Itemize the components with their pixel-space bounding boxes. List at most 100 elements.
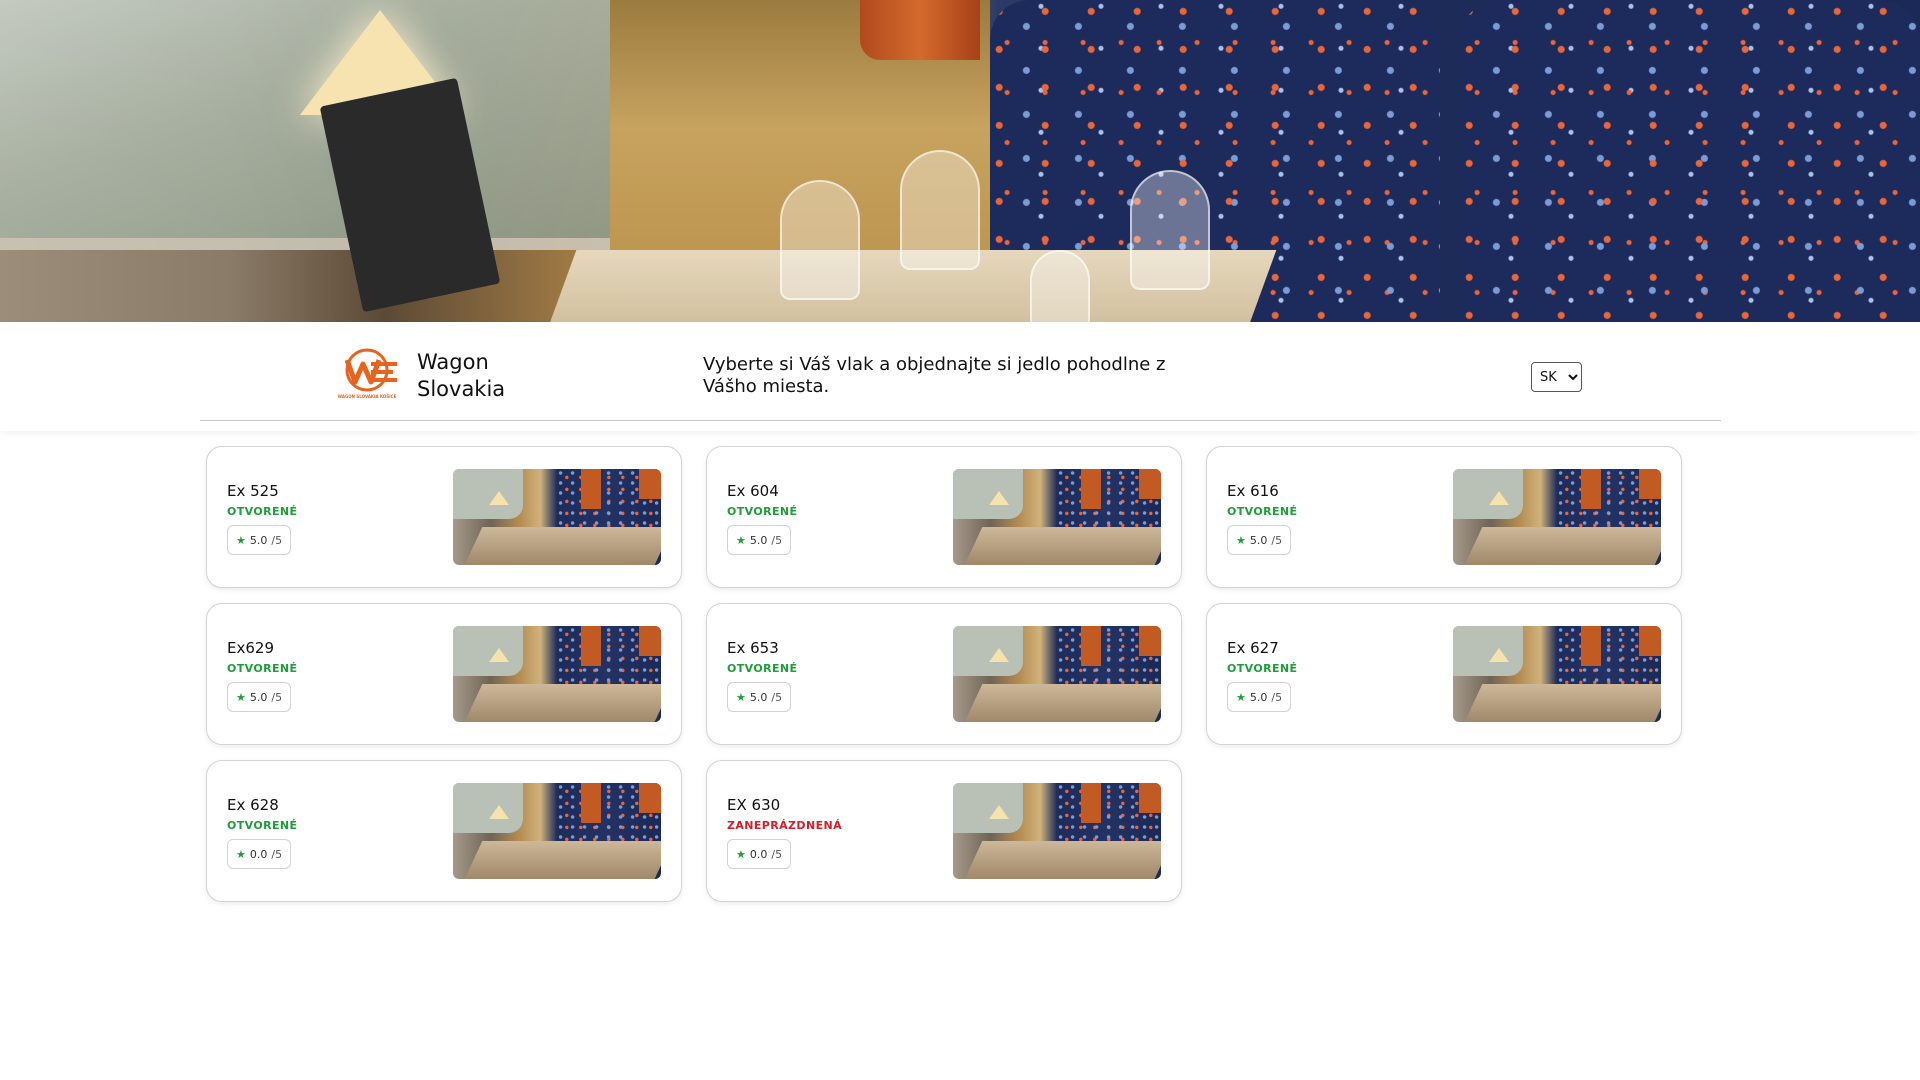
train-status: OTVORENÉ: [727, 662, 798, 675]
rating-badge: ★ 5.0/5: [727, 525, 792, 555]
train-card[interactable]: Ex 525 OTVORENÉ ★ 5.0/5: [206, 446, 682, 588]
language-select[interactable]: SK: [1531, 362, 1582, 392]
train-name: Ex 627: [1227, 639, 1279, 657]
train-thumbnail: [1453, 469, 1661, 565]
star-icon: ★: [736, 690, 746, 704]
thumb-table: [1463, 684, 1661, 722]
thumb-curtain: [1639, 626, 1661, 656]
thumb-table: [463, 527, 661, 565]
train-name: EX 630: [727, 796, 781, 814]
star-icon: ★: [1236, 690, 1246, 704]
rating-scale: /5: [1271, 690, 1283, 704]
thumb-table: [463, 684, 661, 722]
rating-value: 5.0: [249, 533, 268, 547]
thumb-curtain: [639, 469, 661, 499]
train-status: OTVORENÉ: [227, 662, 298, 675]
star-icon: ★: [236, 847, 246, 861]
train-card[interactable]: Ex 616 OTVORENÉ ★ 5.0/5: [1206, 446, 1682, 588]
thumb-table: [1463, 527, 1661, 565]
train-name: Ex 604: [727, 482, 779, 500]
page-tagline: Vyberte si Váš vlak a objednajte si jedl…: [703, 354, 1166, 397]
hero-curtain: [860, 0, 980, 60]
rating-value: 0.0: [749, 847, 768, 861]
thumb-table: [963, 527, 1161, 565]
rating-scale: /5: [771, 690, 783, 704]
train-status: OTVORENÉ: [1227, 505, 1298, 518]
thumb-window: [453, 783, 523, 833]
thumb-lamp: [989, 648, 1009, 662]
rating-scale: /5: [271, 690, 283, 704]
train-card[interactable]: EX 630 ZANEPRÁZDNENÁ ★ 0.0/5: [706, 760, 1182, 902]
train-card[interactable]: Ex629 OTVORENÉ ★ 5.0/5: [206, 603, 682, 745]
thumb-window: [453, 626, 523, 676]
wagon-slovakia-logo-icon[interactable]: WAGON SLOVAKIA KOŠICE: [335, 348, 399, 400]
star-icon: ★: [236, 690, 246, 704]
thumb-lamp: [989, 805, 1009, 819]
rating-badge: ★ 5.0/5: [1227, 682, 1292, 712]
thumb-window: [953, 626, 1023, 676]
train-thumbnail: [1453, 626, 1661, 722]
star-icon: ★: [736, 533, 746, 547]
rating-scale: /5: [271, 533, 283, 547]
train-name: Ex 616: [1227, 482, 1279, 500]
train-card[interactable]: Ex 628 OTVORENÉ ★ 0.0/5: [206, 760, 682, 902]
thumb-curtain: [1081, 626, 1101, 666]
hero-seat: [1460, 0, 1920, 322]
train-thumbnail: [453, 783, 661, 879]
header-inner: WAGON SLOVAKIA KOŠICE Wagon Slovakia Vyb…: [200, 322, 1721, 421]
thumb-window: [453, 469, 523, 519]
train-thumbnail: [453, 469, 661, 565]
thumb-lamp: [489, 805, 509, 819]
rating-badge: ★ 0.0/5: [227, 839, 292, 869]
thumb-lamp: [1489, 491, 1509, 505]
thumb-lamp: [989, 491, 1009, 505]
rating-value: 5.0: [749, 533, 768, 547]
thumb-curtain: [639, 783, 661, 813]
train-status: OTVORENÉ: [227, 819, 298, 832]
thumb-table: [963, 684, 1161, 722]
hero-glass: [1130, 170, 1210, 290]
train-name: Ex 653: [727, 639, 779, 657]
thumb-window: [1453, 626, 1523, 676]
rating-value: 5.0: [749, 690, 768, 704]
thumb-window: [953, 783, 1023, 833]
hero-glass: [900, 150, 980, 270]
rating-scale: /5: [271, 847, 283, 861]
rating-badge: ★ 5.0/5: [1227, 525, 1292, 555]
rating-badge: ★ 5.0/5: [227, 682, 292, 712]
star-icon: ★: [736, 847, 746, 861]
rating-scale: /5: [771, 847, 783, 861]
rating-badge: ★ 5.0/5: [727, 682, 792, 712]
thumb-curtain: [1139, 783, 1161, 813]
thumb-curtain: [581, 626, 601, 666]
logo-text: WAGON SLOVAKIA KOŠICE: [338, 394, 397, 399]
train-status: OTVORENÉ: [727, 505, 798, 518]
thumb-table: [963, 841, 1161, 879]
thumb-curtain: [1639, 469, 1661, 499]
train-card[interactable]: Ex 604 OTVORENÉ ★ 5.0/5: [706, 446, 1182, 588]
train-name: Ex 525: [227, 482, 279, 500]
thumb-lamp: [489, 648, 509, 662]
train-name: Ex 628: [227, 796, 279, 814]
thumb-curtain: [1139, 626, 1161, 656]
rating-scale: /5: [771, 533, 783, 547]
train-card[interactable]: Ex 627 OTVORENÉ ★ 5.0/5: [1206, 603, 1682, 745]
thumb-curtain: [1581, 626, 1601, 666]
train-thumbnail: [953, 469, 1161, 565]
brand-name[interactable]: Wagon Slovakia: [417, 349, 527, 403]
hero-glass: [780, 180, 860, 300]
train-card[interactable]: Ex 653 OTVORENÉ ★ 5.0/5: [706, 603, 1182, 745]
star-icon: ★: [236, 533, 246, 547]
thumb-curtain: [1081, 469, 1101, 509]
train-status: OTVORENÉ: [1227, 662, 1298, 675]
rating-badge: ★ 5.0/5: [227, 525, 292, 555]
thumb-lamp: [1489, 648, 1509, 662]
train-thumbnail: [453, 626, 661, 722]
train-status: ZANEPRÁZDNENÁ: [727, 819, 843, 832]
rating-value: 0.0: [249, 847, 268, 861]
train-thumbnail: [953, 783, 1161, 879]
thumb-lamp: [489, 491, 509, 505]
thumb-table: [463, 841, 661, 879]
thumb-curtain: [581, 783, 601, 823]
thumb-curtain: [1081, 783, 1101, 823]
